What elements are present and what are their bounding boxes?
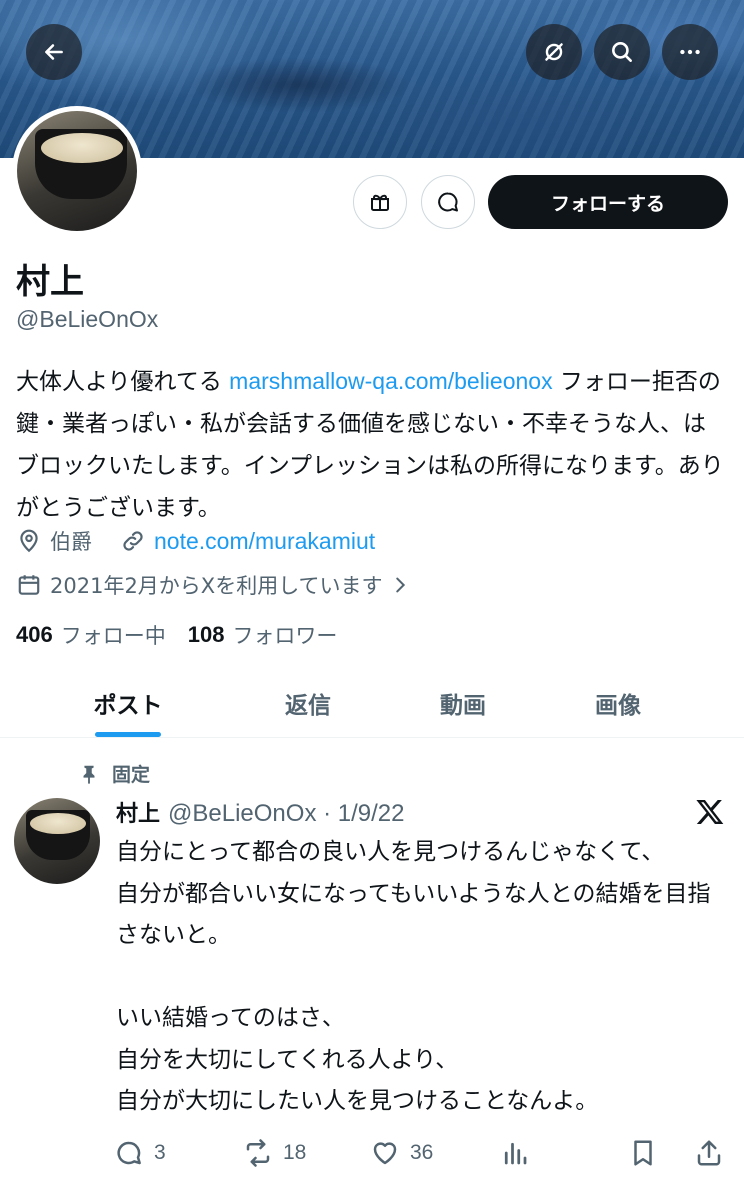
- followers-count[interactable]: 108: [188, 622, 225, 648]
- active-tab-indicator: [95, 732, 161, 737]
- post-author-avatar[interactable]: [14, 798, 100, 884]
- bio-text: 大体人より優れてる: [16, 369, 230, 395]
- message-button[interactable]: [421, 175, 475, 229]
- joined-text: 2021年2月からXを利用しています: [50, 574, 383, 598]
- tab-replies[interactable]: 返信: [240, 668, 376, 738]
- follow-button[interactable]: フォローする: [488, 175, 728, 229]
- profile-avatar[interactable]: [12, 106, 142, 236]
- like-button[interactable]: 36: [370, 1138, 433, 1168]
- following-count[interactable]: 406: [16, 622, 53, 648]
- reply-icon: [117, 1141, 141, 1165]
- repost-icon: [246, 1139, 270, 1167]
- search-button[interactable]: [594, 24, 650, 80]
- gift-icon: [371, 194, 389, 211]
- x-logo-icon[interactable]: [694, 796, 726, 828]
- like-count: 36: [410, 1141, 434, 1164]
- repost-button[interactable]: 18: [243, 1138, 306, 1168]
- location-icon: [20, 529, 38, 553]
- pin-icon: [83, 765, 95, 784]
- back-button[interactable]: [26, 24, 82, 80]
- website-link[interactable]: note.com/murakamiut: [154, 528, 375, 555]
- post-author-name[interactable]: 村上: [116, 796, 160, 828]
- calendar-icon: [18, 575, 40, 595]
- post-body: 自分にとって都合の良い人を見つけるんじゃなくて、 自分が都合いい女になってもいい…: [116, 839, 711, 1114]
- more-button[interactable]: [662, 24, 718, 80]
- bookmark-button[interactable]: [628, 1138, 668, 1168]
- following-label[interactable]: フォロー中: [61, 620, 166, 650]
- grok-icon: [545, 43, 563, 61]
- post-header: 村上 @BeLieOnOx · 1/9/22: [116, 796, 405, 828]
- follow-stats: 406 フォロー中 108 フォロワー: [16, 620, 337, 650]
- gift-button[interactable]: [353, 175, 407, 229]
- share-button[interactable]: [694, 1138, 734, 1168]
- followers-label[interactable]: フォロワー: [232, 620, 337, 650]
- heart-icon: [373, 1142, 397, 1165]
- profile-tabs: ポスト 返信 動画 画像: [0, 668, 744, 738]
- arrow-left-icon: [45, 44, 63, 60]
- tab-posts[interactable]: ポスト: [60, 668, 196, 738]
- tab-videos[interactable]: 動画: [395, 668, 531, 738]
- bookmark-icon: [634, 1140, 652, 1166]
- joined-row[interactable]: 2021年2月からXを利用しています: [16, 570, 419, 600]
- profile-bio: 大体人より優れてる marshmallow-qa.com/belieonox フ…: [16, 360, 728, 529]
- profile-handle: @BeLieOnOx: [16, 306, 159, 332]
- message-icon: [438, 192, 458, 212]
- share-icon: [697, 1140, 721, 1166]
- bio-link[interactable]: marshmallow-qa.com/belieonox: [229, 368, 552, 394]
- profile-name: 村上: [16, 262, 84, 302]
- views-button[interactable]: [500, 1138, 540, 1168]
- post-actions: 3 18 36: [0, 1138, 744, 1178]
- reply-count: 3: [154, 1141, 166, 1164]
- search-icon: [612, 42, 632, 62]
- chevron-right-icon: [395, 577, 405, 593]
- pinned-label: 固定: [78, 760, 150, 787]
- repost-count: 18: [283, 1141, 307, 1164]
- profile-meta-location: 伯爵 note.com/murakamiut: [16, 526, 375, 556]
- reply-button[interactable]: 3: [114, 1138, 166, 1168]
- pinned-text: 固定: [112, 764, 151, 786]
- link-icon: [123, 531, 143, 551]
- views-icon: [504, 1142, 527, 1165]
- location-text: 伯爵: [50, 530, 92, 554]
- tab-images[interactable]: 画像: [550, 668, 686, 738]
- avatar-image: [17, 111, 137, 231]
- grok-button[interactable]: [526, 24, 582, 80]
- post-author-handle-date[interactable]: @BeLieOnOx · 1/9/22: [168, 800, 404, 828]
- more-icon: [680, 49, 700, 55]
